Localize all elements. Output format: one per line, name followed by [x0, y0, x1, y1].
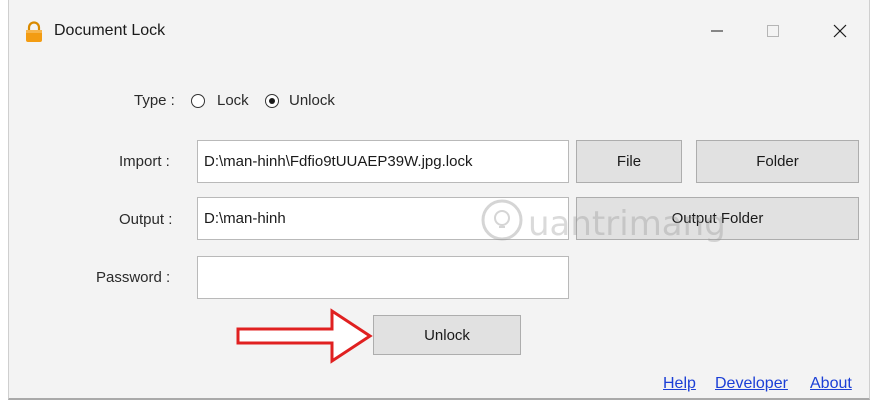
- output-folder-button[interactable]: Output Folder: [576, 197, 859, 240]
- password-input[interactable]: [197, 256, 569, 299]
- document-lock-window: Document Lock Type : Lock Unlock Import …: [8, 0, 870, 400]
- maximize-icon: [767, 25, 779, 37]
- folder-button[interactable]: Folder: [696, 140, 859, 183]
- minimize-icon: [711, 30, 723, 32]
- maximize-button[interactable]: [750, 12, 796, 50]
- help-link[interactable]: Help: [663, 375, 696, 393]
- unlock-radio-label[interactable]: Unlock: [289, 92, 335, 109]
- minimize-button[interactable]: [694, 12, 740, 50]
- type-label: Type :: [134, 92, 175, 109]
- output-label: Output :: [119, 211, 173, 228]
- import-label: Import :: [119, 153, 170, 170]
- lock-icon: [24, 21, 44, 43]
- annotation-arrow-icon: [236, 308, 373, 364]
- unlock-button[interactable]: Unlock: [373, 315, 521, 355]
- close-button[interactable]: [817, 12, 863, 50]
- about-link[interactable]: About: [810, 375, 852, 393]
- lock-radio-label[interactable]: Lock: [217, 92, 249, 109]
- title-bar: Document Lock: [9, 0, 869, 62]
- lock-radio[interactable]: [191, 94, 205, 108]
- file-button[interactable]: File: [576, 140, 682, 183]
- close-icon: [833, 24, 847, 38]
- password-label: Password :: [96, 269, 171, 286]
- developer-link[interactable]: Developer: [715, 375, 788, 393]
- output-path-input[interactable]: [197, 197, 569, 240]
- radio-selected-dot: [269, 98, 275, 104]
- window-title: Document Lock: [54, 22, 166, 39]
- unlock-radio[interactable]: [265, 94, 279, 108]
- import-path-input[interactable]: [197, 140, 569, 183]
